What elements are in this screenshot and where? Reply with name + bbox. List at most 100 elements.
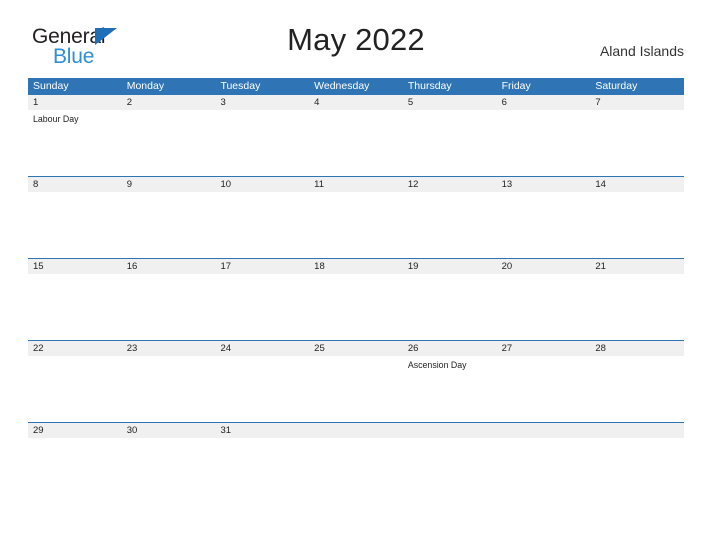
- week-event-band: Labour Day: [28, 110, 684, 176]
- day-cell-23[interactable]: [122, 356, 216, 422]
- weekday-header-thursday: Thursday: [407, 80, 452, 92]
- day-cell-25[interactable]: [309, 356, 403, 422]
- day-number-empty: [497, 423, 591, 438]
- week-event-band: Ascension Day: [28, 356, 684, 422]
- day-cell-28[interactable]: [590, 356, 684, 422]
- day-event-label: Labour Day: [33, 114, 79, 124]
- day-cell-5[interactable]: [403, 110, 497, 176]
- day-number-empty: [403, 423, 497, 438]
- day-cell-19[interactable]: [403, 274, 497, 340]
- week-event-band: [28, 192, 684, 258]
- day-number-5[interactable]: 5: [403, 95, 497, 110]
- week-date-band: 8 9 10 11 12 13 14: [28, 177, 684, 192]
- day-number-4[interactable]: 4: [309, 95, 403, 110]
- day-cell-26[interactable]: Ascension Day: [403, 356, 497, 422]
- day-number-7[interactable]: 7: [590, 95, 684, 110]
- day-number-1[interactable]: 1: [28, 95, 122, 110]
- weekday-header-friday: Friday: [501, 80, 531, 92]
- day-number-21[interactable]: 21: [590, 259, 684, 274]
- day-cell-16[interactable]: [122, 274, 216, 340]
- day-cell-2[interactable]: [122, 110, 216, 176]
- day-cell-31[interactable]: [215, 438, 309, 466]
- day-number-3[interactable]: 3: [215, 95, 309, 110]
- day-cell-11[interactable]: [309, 192, 403, 258]
- day-cell-13[interactable]: [497, 192, 591, 258]
- calendar-page: General Blue May 2022 Aland Islands Sund…: [0, 0, 712, 550]
- day-number-25[interactable]: 25: [309, 341, 403, 356]
- day-cell-10[interactable]: [215, 192, 309, 258]
- day-number-27[interactable]: 27: [497, 341, 591, 356]
- day-number-11[interactable]: 11: [309, 177, 403, 192]
- day-number-31[interactable]: 31: [215, 423, 309, 438]
- day-number-13[interactable]: 13: [497, 177, 591, 192]
- calendar-grid: Sunday Monday Tuesday Wednesday Thursday Frid…: [28, 78, 684, 466]
- calendar-week-row: 1 2 3 4 5 6 7 Labour Day: [28, 95, 684, 176]
- day-number-9[interactable]: 9: [122, 177, 216, 192]
- day-cell-1[interactable]: Labour Day: [28, 110, 122, 176]
- week-date-band: 22 23 24 25 26 27 28: [28, 341, 684, 356]
- day-cell-9[interactable]: [122, 192, 216, 258]
- day-cell-27[interactable]: [497, 356, 591, 422]
- week-event-band: [28, 274, 684, 340]
- day-number-26[interactable]: 26: [403, 341, 497, 356]
- day-event-label: Ascension Day: [407, 360, 467, 370]
- weekday-header-wednesday: Wednesday: [314, 80, 370, 92]
- calendar-weeks: 1 2 3 4 5 6 7 Labour Day 8 9 10 11 12 13 14 15 16 17 18 19 2…: [28, 95, 684, 466]
- weekday-header-saturday: Saturday: [595, 80, 638, 92]
- day-number-2[interactable]: 2: [122, 95, 216, 110]
- calendar-week-row: 29 30 31: [28, 422, 684, 466]
- day-cell-14[interactable]: [590, 192, 684, 258]
- day-cell-20[interactable]: [497, 274, 591, 340]
- day-cell-22[interactable]: [28, 356, 122, 422]
- weekday-header-row: Sunday Monday Tuesday Wednesday Thursday Frid…: [28, 78, 684, 95]
- weekday-header-sunday: Sunday: [33, 80, 69, 92]
- day-number-19[interactable]: 19: [403, 259, 497, 274]
- day-number-8[interactable]: 8: [28, 177, 122, 192]
- day-cell-3[interactable]: [215, 110, 309, 176]
- day-cell-empty: [590, 438, 684, 466]
- day-cell-empty: [309, 438, 403, 466]
- day-number-24[interactable]: 24: [215, 341, 309, 356]
- day-cell-4[interactable]: [309, 110, 403, 176]
- week-event-band: [28, 438, 684, 466]
- day-number-17[interactable]: 17: [215, 259, 309, 274]
- day-cell-18[interactable]: [309, 274, 403, 340]
- day-number-23[interactable]: 23: [122, 341, 216, 356]
- weekday-header-tuesday: Tuesday: [220, 80, 261, 92]
- day-cell-21[interactable]: [590, 274, 684, 340]
- day-number-22[interactable]: 22: [28, 341, 122, 356]
- day-number-6[interactable]: 6: [497, 95, 591, 110]
- day-number-20[interactable]: 20: [497, 259, 591, 274]
- day-number-29[interactable]: 29: [28, 423, 122, 438]
- week-date-band: 29 30 31: [28, 423, 684, 438]
- day-number-14[interactable]: 14: [590, 177, 684, 192]
- day-number-15[interactable]: 15: [28, 259, 122, 274]
- calendar-week-row: 8 9 10 11 12 13 14: [28, 176, 684, 258]
- day-number-10[interactable]: 10: [215, 177, 309, 192]
- day-number-empty: [309, 423, 403, 438]
- calendar-week-row: 15 16 17 18 19 20 21: [28, 258, 684, 340]
- day-number-28[interactable]: 28: [590, 341, 684, 356]
- day-cell-8[interactable]: [28, 192, 122, 258]
- day-cell-15[interactable]: [28, 274, 122, 340]
- day-cell-29[interactable]: [28, 438, 122, 466]
- page-title: May 2022: [287, 22, 425, 57]
- weekday-header-monday: Monday: [126, 80, 165, 92]
- day-cell-6[interactable]: [497, 110, 591, 176]
- day-cell-24[interactable]: [215, 356, 309, 422]
- day-cell-empty: [497, 438, 591, 466]
- day-cell-30[interactable]: [122, 438, 216, 466]
- week-date-band: 1234567: [28, 95, 684, 110]
- day-number-12[interactable]: 12: [403, 177, 497, 192]
- day-cell-empty: [403, 438, 497, 466]
- day-number-empty: [590, 423, 684, 438]
- day-cell-17[interactable]: [215, 274, 309, 340]
- week-date-band: 15 16 17 18 19 20 21: [28, 259, 684, 274]
- calendar-location-label: Aland Islands: [599, 43, 684, 59]
- page-header: General Blue May 2022 Aland Islands: [28, 22, 684, 74]
- day-cell-12[interactable]: [403, 192, 497, 258]
- day-number-18[interactable]: 18: [309, 259, 403, 274]
- day-number-16[interactable]: 16: [122, 259, 216, 274]
- day-cell-7[interactable]: [590, 110, 684, 176]
- day-number-30[interactable]: 30: [122, 423, 216, 438]
